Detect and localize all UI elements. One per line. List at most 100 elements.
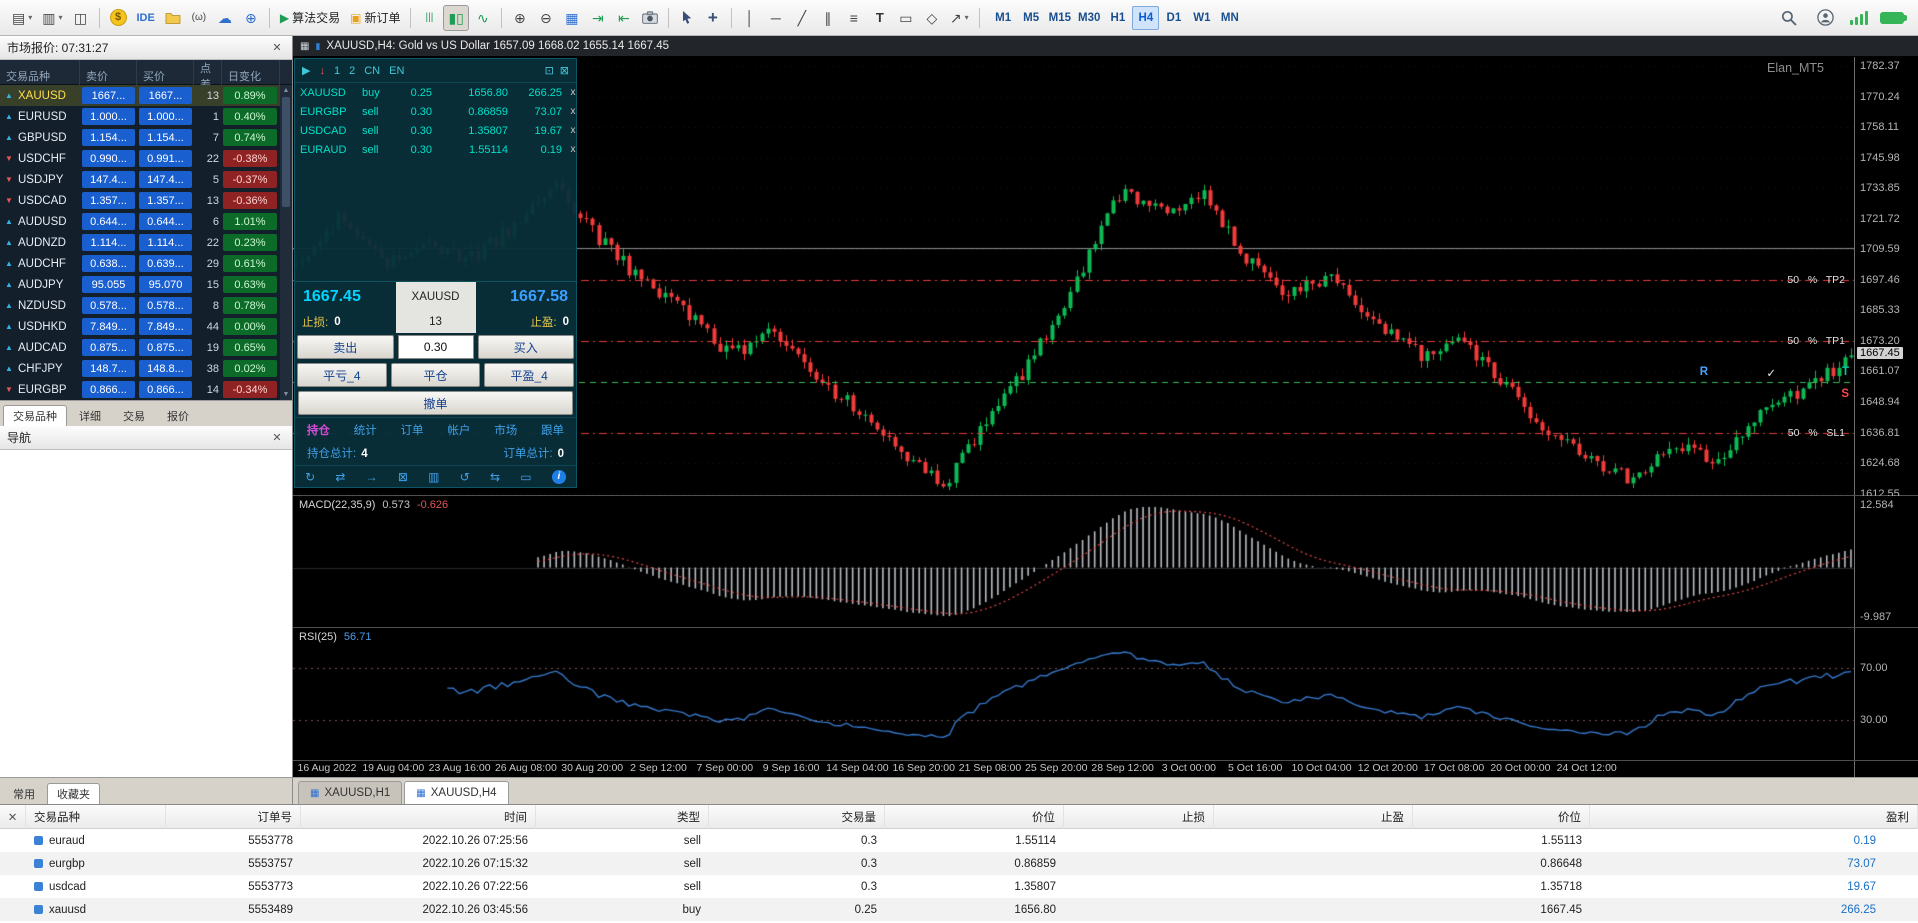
panel-position-xauusd[interactable]: XAUUSDbuy0.251656.80266.25x	[295, 83, 576, 102]
close-icon[interactable]: ✕	[269, 41, 285, 54]
market-row-audusd[interactable]: ▲AUDUSD0.644...0.644...61.01%	[0, 211, 280, 232]
close-winning-button[interactable]: 平盈_4	[484, 363, 574, 387]
transfer-icon[interactable]: ⇆	[490, 470, 500, 484]
text-icon[interactable]: T	[868, 5, 892, 31]
swap-icon[interactable]: ⇄	[335, 470, 345, 484]
trendline-icon[interactable]: ╱	[790, 5, 814, 31]
algo-trading-button[interactable]: ▶算法交易	[276, 5, 344, 31]
folder-icon[interactable]	[161, 5, 185, 31]
toolbox-column-3[interactable]: 类型	[536, 805, 709, 829]
search-icon[interactable]	[1777, 5, 1801, 31]
crosshair-icon[interactable]: +	[701, 5, 725, 31]
zoom-out-icon[interactable]: ⊖	[534, 5, 558, 31]
trade-history-row-eurgbp[interactable]: eurgbp55537572022.10.26 07:15:32sell0.30…	[0, 852, 1918, 875]
forward-icon[interactable]: →	[366, 470, 378, 484]
market-row-eurgbp[interactable]: ▼EURGBP0.866...0.866...14-0.34%	[0, 379, 280, 400]
time-axis[interactable]: 16 Aug 202219 Aug 04:0023 Aug 16:0026 Au…	[293, 761, 1854, 777]
timeframe-d1[interactable]: D1	[1160, 6, 1187, 30]
panel-position-euraud[interactable]: EURAUDsell0.301.551140.19x	[295, 140, 576, 159]
fibonacci-icon[interactable]: ≡	[842, 5, 866, 31]
rsi-panel[interactable]: RSI(25)56.71 70.0030.00	[293, 627, 1918, 760]
mw-tab-交易品种[interactable]: 交易品种	[3, 405, 67, 426]
panel-position-eurgbp[interactable]: EURGBPsell0.300.8685973.07x	[295, 102, 576, 121]
autoscroll-icon[interactable]: ⇥	[586, 5, 610, 31]
panel-settings-icon[interactable]: ⊡	[545, 64, 554, 77]
toolbox-column-7[interactable]: 止盈	[1214, 805, 1413, 829]
minimize-icon[interactable]: ▭	[520, 470, 531, 484]
market-row-audcad[interactable]: ▲AUDCAD0.875...0.875...190.65%	[0, 337, 280, 358]
info-icon[interactable]: i	[552, 470, 566, 484]
market-row-nzdusd[interactable]: ▲NZDUSD0.578...0.578...80.78%	[0, 295, 280, 316]
new-order-button[interactable]: ▣新订单	[346, 5, 404, 31]
price-axis[interactable]: 1782.371770.241758.111745.981733.851721.…	[1854, 57, 1918, 495]
lot-input[interactable]: 0.30	[398, 335, 474, 359]
camera-icon[interactable]	[638, 5, 662, 31]
panel-close-icon[interactable]: ⊠	[560, 64, 569, 77]
chart-tab-xauusd-h4[interactable]: ▦XAUUSD,H4	[404, 781, 508, 804]
nav-tab-常用[interactable]: 常用	[3, 783, 45, 804]
chart-tab-xauusd-h1[interactable]: ▦XAUUSD,H1	[298, 781, 402, 804]
label-icon[interactable]: ▭	[894, 5, 918, 31]
close-window-icon[interactable]: ⊠	[398, 470, 408, 484]
close-position-icon[interactable]: x	[566, 87, 580, 98]
grid-icon[interactable]: ▦	[560, 5, 584, 31]
panel-page1-button[interactable]: 1	[334, 65, 340, 77]
timeframe-m1[interactable]: M1	[990, 6, 1017, 30]
panel-tab-持仓[interactable]: 持仓	[295, 422, 342, 438]
new-chart-icon[interactable]: ▤▾	[8, 5, 36, 31]
panel-lang-en-button[interactable]: EN	[389, 65, 404, 77]
line-marker-R[interactable]: R	[1700, 366, 1708, 378]
market-row-usdhkd[interactable]: ▲USDHKD7.849...7.849...440.00%	[0, 316, 280, 337]
ide-button[interactable]: IDE	[133, 5, 159, 31]
toolbox-column-8[interactable]: 价位	[1413, 805, 1590, 829]
deposit-icon[interactable]: $	[106, 5, 131, 31]
trade-history-row-xauusd[interactable]: xauusd55534892022.10.26 03:45:56buy0.251…	[0, 898, 1918, 921]
metaeditor-icon[interactable]: (ω)	[187, 5, 211, 31]
navigator-body[interactable]	[0, 450, 292, 777]
market-row-xauusd[interactable]: ▲XAUUSD1667...1667...130.89%	[0, 85, 280, 106]
panel-tab-市场[interactable]: 市场	[482, 422, 529, 438]
trade-history-row-usdcad[interactable]: usdcad55537732022.10.26 07:22:56sell0.31…	[0, 875, 1918, 898]
timeframe-mn[interactable]: MN	[1216, 6, 1243, 30]
market-row-audchf[interactable]: ▲AUDCHF0.638...0.639...290.61%	[0, 253, 280, 274]
toolbox-column-1[interactable]: 订单号	[166, 805, 301, 829]
market-row-audjpy[interactable]: ▲AUDJPY95.05595.070150.63%	[0, 274, 280, 295]
market-row-eurusd[interactable]: ▲EURUSD1.000...1.000...10.40%	[0, 106, 280, 127]
channel-icon[interactable]: ∥	[816, 5, 840, 31]
close-position-icon[interactable]: x	[566, 125, 580, 136]
line-chart-icon[interactable]: ∿	[471, 5, 495, 31]
close-all-button[interactable]: 平仓	[391, 363, 481, 387]
trade-history-row-euraud[interactable]: euraud55537782022.10.26 07:25:56sell0.31…	[0, 829, 1918, 852]
tp-value[interactable]: 0	[563, 316, 569, 328]
cancel-orders-button[interactable]: 撤单	[298, 391, 573, 415]
profiles-menu-icon[interactable]: ▥▾	[38, 5, 66, 31]
bars-chart-icon[interactable]: |||	[417, 5, 441, 31]
mw-tab-报价[interactable]: 报价	[157, 405, 199, 426]
account-icon[interactable]	[1813, 5, 1838, 31]
panel-position-usdcad[interactable]: USDCADsell0.301.3580719.67x	[295, 121, 576, 140]
toolbox-close-button[interactable]: ✕	[0, 805, 26, 829]
undo-icon[interactable]: ↺	[460, 470, 470, 484]
sell-button[interactable]: 卖出	[297, 335, 394, 359]
mw-tab-详细[interactable]: 详细	[69, 405, 111, 426]
market-row-usdjpy[interactable]: ▼USDJPY147.4...147.4...5-0.37%	[0, 169, 280, 190]
connection-signal-icon[interactable]	[1850, 10, 1868, 25]
refresh-icon[interactable]: ↻	[305, 470, 315, 484]
line-marker-T[interactable]: T	[1842, 366, 1849, 378]
market-row-chfjpy[interactable]: ▲CHFJPY148.7...148.8...380.02%	[0, 358, 280, 379]
arrows-icon[interactable]: ↗▾	[946, 5, 973, 31]
panel-tab-统计[interactable]: 统计	[342, 422, 389, 438]
toolbox-column-9[interactable]: 盈利	[1590, 805, 1918, 829]
timeframe-m5[interactable]: M5	[1018, 6, 1045, 30]
panel-tab-订单[interactable]: 订单	[389, 422, 436, 438]
sl-value[interactable]: 0	[334, 316, 340, 328]
market-row-gbpusd[interactable]: ▲GBPUSD1.154...1.154...70.74%	[0, 127, 280, 148]
timeframe-m15[interactable]: M15	[1046, 6, 1074, 30]
buy-button[interactable]: 买入	[478, 335, 575, 359]
market-row-usdchf[interactable]: ▼USDCHF0.990...0.991...22-0.38%	[0, 148, 280, 169]
candlestick-chart[interactable]: Elan_MT5 ▶↓12CNEN ⊡⊠ XAUUSDbuy0.251656.8…	[293, 57, 1854, 495]
toolbox-column-6[interactable]: 止损	[1064, 805, 1214, 829]
toolbox-column-2[interactable]: 时间	[301, 805, 536, 829]
vline-icon[interactable]: │	[738, 5, 762, 31]
toolbox-column-4[interactable]: 交易量	[709, 805, 885, 829]
